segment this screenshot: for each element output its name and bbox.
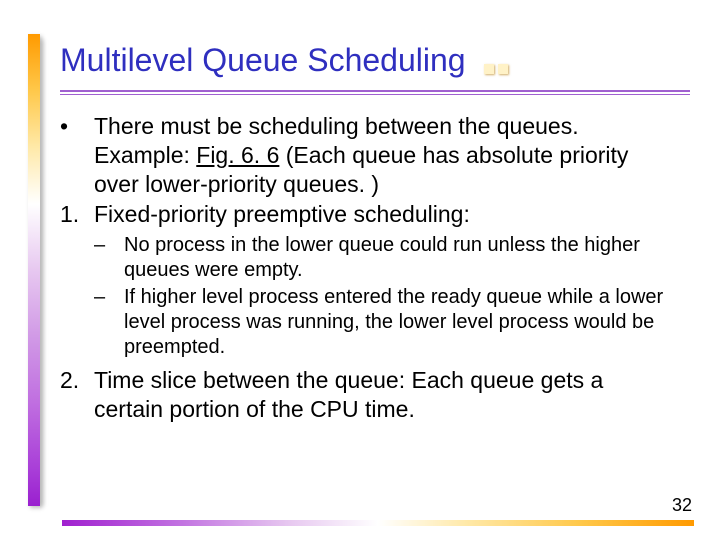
left-bar-shadow xyxy=(40,40,44,506)
list-item: • There must be scheduling between the q… xyxy=(60,112,670,198)
title-decoration-icon xyxy=(484,61,512,79)
list-item: – If higher level process entered the re… xyxy=(94,285,670,360)
slide-title: Multilevel Queue Scheduling xyxy=(60,42,466,79)
bullet-marker: – xyxy=(94,233,124,283)
bullet-text: Time slice between the queue: Each queue… xyxy=(94,366,670,424)
list-item: 2. Time slice between the queue: Each qu… xyxy=(60,366,670,424)
list-item: 1. Fixed-priority preemptive scheduling: xyxy=(60,200,670,229)
bullet-text: There must be scheduling between the que… xyxy=(94,112,670,198)
list-item: – No process in the lower queue could ru… xyxy=(94,233,670,283)
bullet-marker: – xyxy=(94,285,124,360)
bullet-text: Fixed-priority preemptive scheduling: xyxy=(94,200,670,229)
body-content: • There must be scheduling between the q… xyxy=(60,112,670,426)
title-area: Multilevel Queue Scheduling xyxy=(60,42,680,85)
page-number: 32 xyxy=(672,495,692,516)
slide: Multilevel Queue Scheduling • There must… xyxy=(0,0,720,540)
title-underline xyxy=(60,90,690,95)
bullet-marker: 1. xyxy=(60,200,94,229)
bullet-text: No process in the lower queue could run … xyxy=(124,233,670,283)
bullet-marker: 2. xyxy=(60,366,94,424)
sublist: – No process in the lower queue could ru… xyxy=(94,233,670,360)
figure-link[interactable]: Fig. 6. 6 xyxy=(196,142,279,168)
bullet-marker: • xyxy=(60,112,94,198)
bullet-text: If higher level process entered the read… xyxy=(124,285,670,360)
left-bar xyxy=(28,34,40,506)
bottom-bar xyxy=(62,520,694,526)
